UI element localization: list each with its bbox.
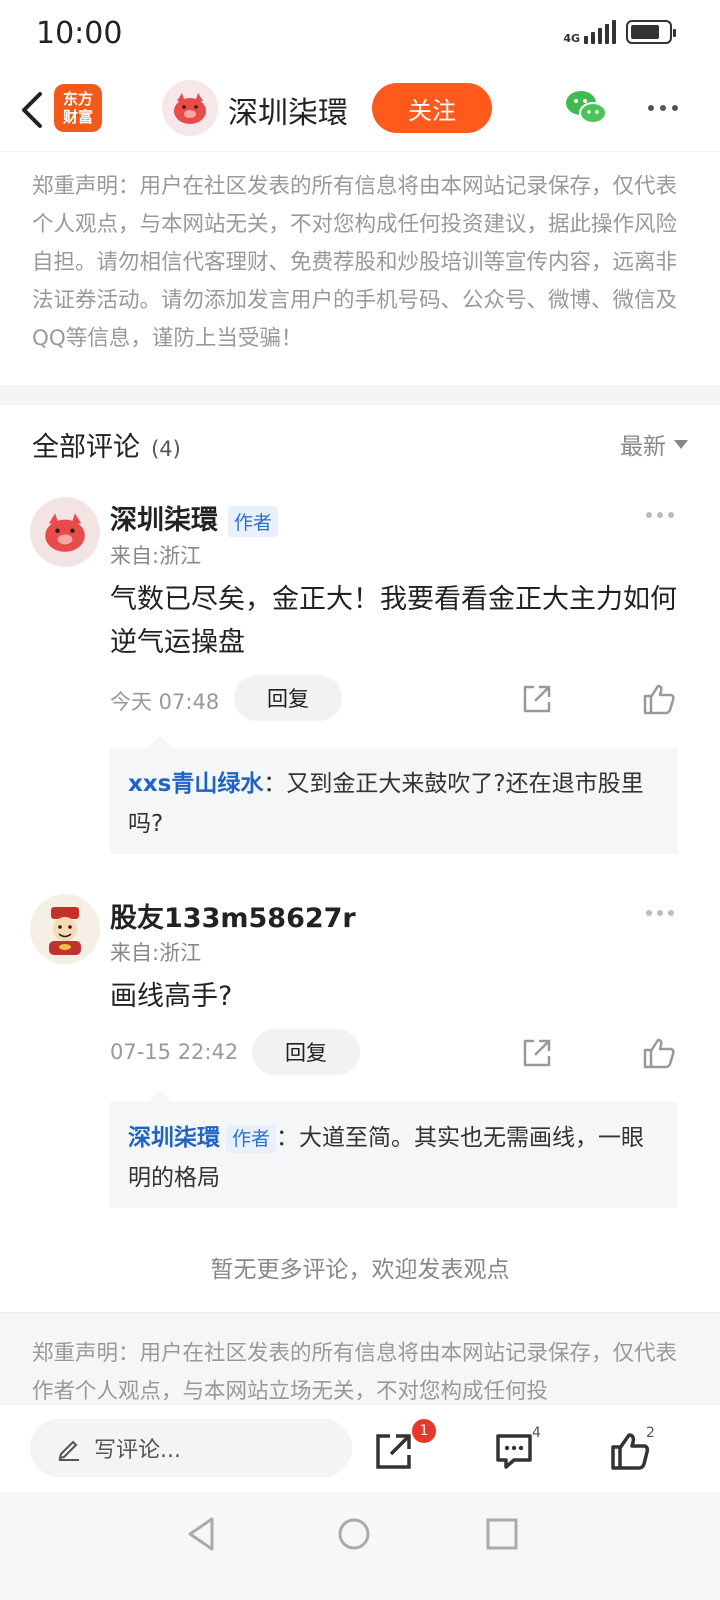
dropdown-triangle-icon <box>674 439 688 449</box>
author-badge: 作者 <box>226 1125 277 1153</box>
pig-avatar-icon <box>45 513 85 552</box>
comment-count: 4 <box>532 1425 541 1441</box>
top-nav: 东方 财富 深圳柒環 关注 <box>0 68 720 152</box>
disclaimer-top: 郑重声明：用户在社区发表的所有信息将由本网站记录保存，仅代表个人观点，与本网站无… <box>32 174 678 351</box>
user-avatar[interactable] <box>162 80 218 136</box>
disclaimer-bottom: 郑重声明：用户在社区发表的所有信息将由本网站记录保存，仅代表作者个人观点，与本网… <box>32 1341 678 1404</box>
sort-dropdown[interactable]: 最新 <box>620 427 688 461</box>
comments-header: 全部评论 (4) 最新 <box>32 425 688 465</box>
more-options-icon[interactable] <box>648 96 688 120</box>
sort-label: 最新 <box>620 434 666 460</box>
no-more-comments: 暂无更多评论，欢迎发表观点 <box>210 1257 510 1283</box>
fortune-god-avatar-icon <box>49 907 81 955</box>
cellular-signal-icon: 4G <box>563 20 616 44</box>
comments-count: (4) <box>151 437 181 461</box>
share-icon[interactable] <box>374 1431 414 1471</box>
thumbs-up-icon[interactable] <box>610 1431 650 1471</box>
reply-username[interactable]: xxs青山绿水 <box>128 771 263 797</box>
reply-button[interactable]: 回复 <box>234 675 342 721</box>
comment-time: 07-15 22:42 <box>110 1040 239 1064</box>
avatar[interactable] <box>30 497 100 567</box>
home-circle-icon[interactable] <box>334 1514 374 1554</box>
status-bar: 10:00 4G <box>0 0 720 68</box>
status-icons: 4G <box>563 20 676 44</box>
back-arrow-icon[interactable] <box>14 86 54 134</box>
comment-username[interactable]: 股友133m58627r <box>110 896 356 935</box>
comment-more-icon[interactable] <box>646 512 674 518</box>
share-badge: 1 <box>412 1419 436 1443</box>
comment-more-icon[interactable] <box>646 910 674 916</box>
comment-username-text[interactable]: 深圳柒環 <box>110 505 218 536</box>
share-icon[interactable] <box>520 1036 554 1070</box>
comment-location: 来自:浙江 <box>110 544 202 568</box>
write-comment-placeholder: 写评论... <box>94 1438 181 1463</box>
pencil-icon <box>58 1440 79 1461</box>
write-comment-input[interactable]: 写评论... <box>30 1419 352 1477</box>
like-count: 2 <box>646 1425 655 1441</box>
pig-avatar-icon <box>174 93 206 124</box>
app-logo[interactable]: 东方 财富 <box>54 84 102 132</box>
thumbs-up-icon[interactable] <box>642 1036 676 1070</box>
reply-box[interactable]: xxs青山绿水：又到金正大来鼓吹了?还在退市股里吗? <box>110 736 678 854</box>
comment-text: 气数已尽矣，金正大！我要看看金正大主力如何逆气运操盘 <box>110 584 677 658</box>
author-badge: 作者 <box>228 506 279 537</box>
comment-time: 今天 07:48 <box>110 690 220 714</box>
comment-icon[interactable] <box>494 1431 534 1471</box>
section-divider <box>0 385 720 405</box>
thumbs-up-icon[interactable] <box>642 682 676 716</box>
bottom-action-bar: 写评论... 1 4 2 <box>0 1404 720 1492</box>
follow-button[interactable]: 关注 <box>372 83 492 133</box>
back-triangle-icon[interactable] <box>182 1514 222 1554</box>
reply-box[interactable]: 深圳柒環 作者 ：大道至简。其实也无需画线，一眼明的格局 <box>110 1090 678 1208</box>
reply-button[interactable]: 回复 <box>252 1029 360 1075</box>
avatar[interactable] <box>30 894 100 964</box>
system-nav-bar <box>0 1492 720 1600</box>
status-time: 10:00 <box>36 16 123 51</box>
comment-username[interactable]: 深圳柒環 作者 <box>110 498 279 537</box>
comments-title: 全部评论 <box>32 432 140 463</box>
wechat-icon[interactable] <box>564 88 608 128</box>
comment-location: 来自:浙江 <box>110 941 202 965</box>
network-type-label: 4G <box>563 32 580 45</box>
recents-square-icon[interactable] <box>482 1514 522 1554</box>
battery-icon <box>626 20 676 44</box>
reply-username[interactable]: 深圳柒環 <box>128 1125 220 1151</box>
share-icon[interactable] <box>520 682 554 716</box>
comment-text: 画线高手? <box>110 981 233 1012</box>
nav-user-name[interactable]: 深圳柒環 <box>228 88 348 132</box>
